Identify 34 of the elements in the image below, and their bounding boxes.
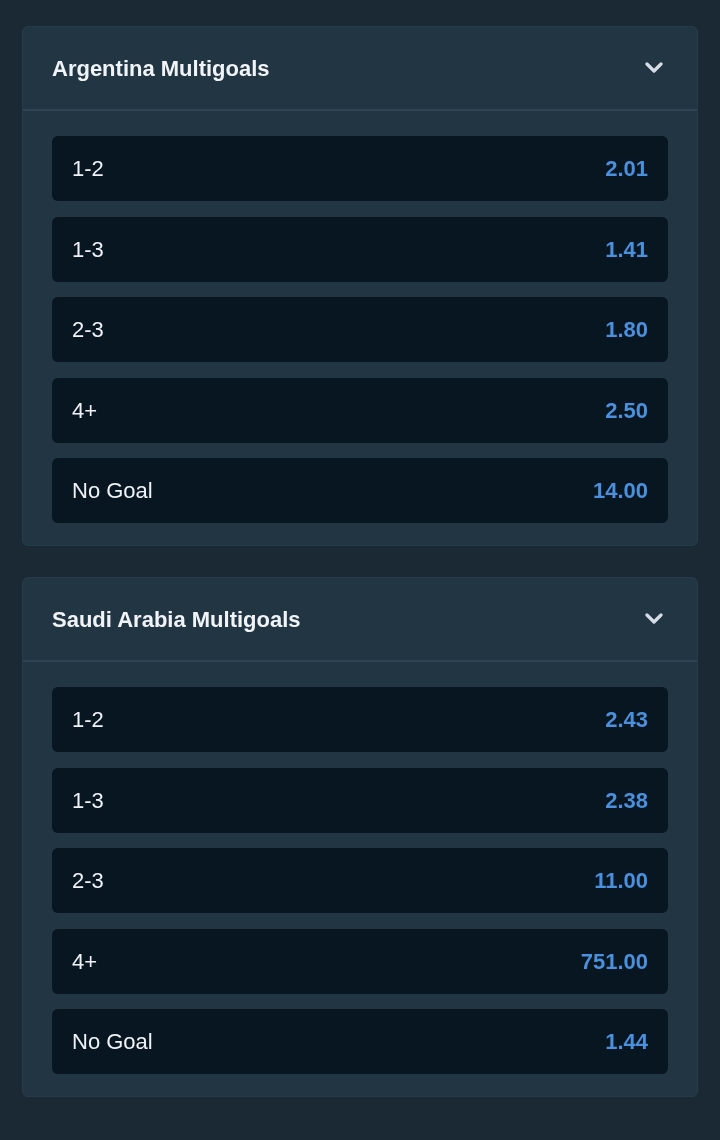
outcome-label: No Goal xyxy=(72,1028,153,1056)
bet-option-button[interactable]: 1-2 2.01 xyxy=(52,136,668,201)
outcome-label: 1-3 xyxy=(72,235,104,264)
outcome-label: 1-2 xyxy=(72,706,104,734)
outcome-label: 2-3 xyxy=(72,316,104,344)
odds-value: 751.00 xyxy=(580,947,648,976)
market-title: Saudi Arabia Multigoals xyxy=(52,605,301,634)
outcome-label: 1-3 xyxy=(72,786,104,815)
odds-value: 2.38 xyxy=(605,786,648,815)
bet-option-button[interactable]: No Goal 1.44 xyxy=(52,1009,668,1074)
bet-option-button[interactable]: 1-3 2.38 xyxy=(52,767,668,833)
bet-option-button[interactable]: 2-3 11.00 xyxy=(52,848,668,913)
odds-value: 1.80 xyxy=(605,316,648,344)
odds-value: 2.01 xyxy=(605,155,648,183)
bet-option-button[interactable]: 2-3 1.80 xyxy=(52,297,668,362)
odds-value: 2.50 xyxy=(605,396,648,425)
odds-value: 1.44 xyxy=(605,1028,648,1056)
market-title: Argentina Multigoals xyxy=(52,54,270,83)
bet-option-button[interactable]: No Goal 14.00 xyxy=(52,458,668,523)
market-header[interactable]: Saudi Arabia Multigoals xyxy=(23,578,697,662)
outcome-label: 4+ xyxy=(72,947,98,976)
outcome-label: No Goal xyxy=(72,477,153,505)
odds-value: 11.00 xyxy=(594,867,648,895)
odds-value: 2.43 xyxy=(605,706,648,734)
market-header[interactable]: Argentina Multigoals xyxy=(23,27,697,111)
outcome-label: 1-2 xyxy=(72,155,104,183)
bet-option-button[interactable]: 4+ 2.50 xyxy=(52,377,668,443)
odds-value: 14.00 xyxy=(592,477,648,505)
outcome-label: 2-3 xyxy=(72,867,104,895)
bet-option-button[interactable]: 4+ 751.00 xyxy=(52,928,668,994)
outcome-label: 4+ xyxy=(72,396,98,425)
odds-value: 1.41 xyxy=(605,235,648,264)
bet-option-button[interactable]: 1-3 1.41 xyxy=(52,216,668,282)
bet-option-button[interactable]: 1-2 2.43 xyxy=(52,687,668,752)
